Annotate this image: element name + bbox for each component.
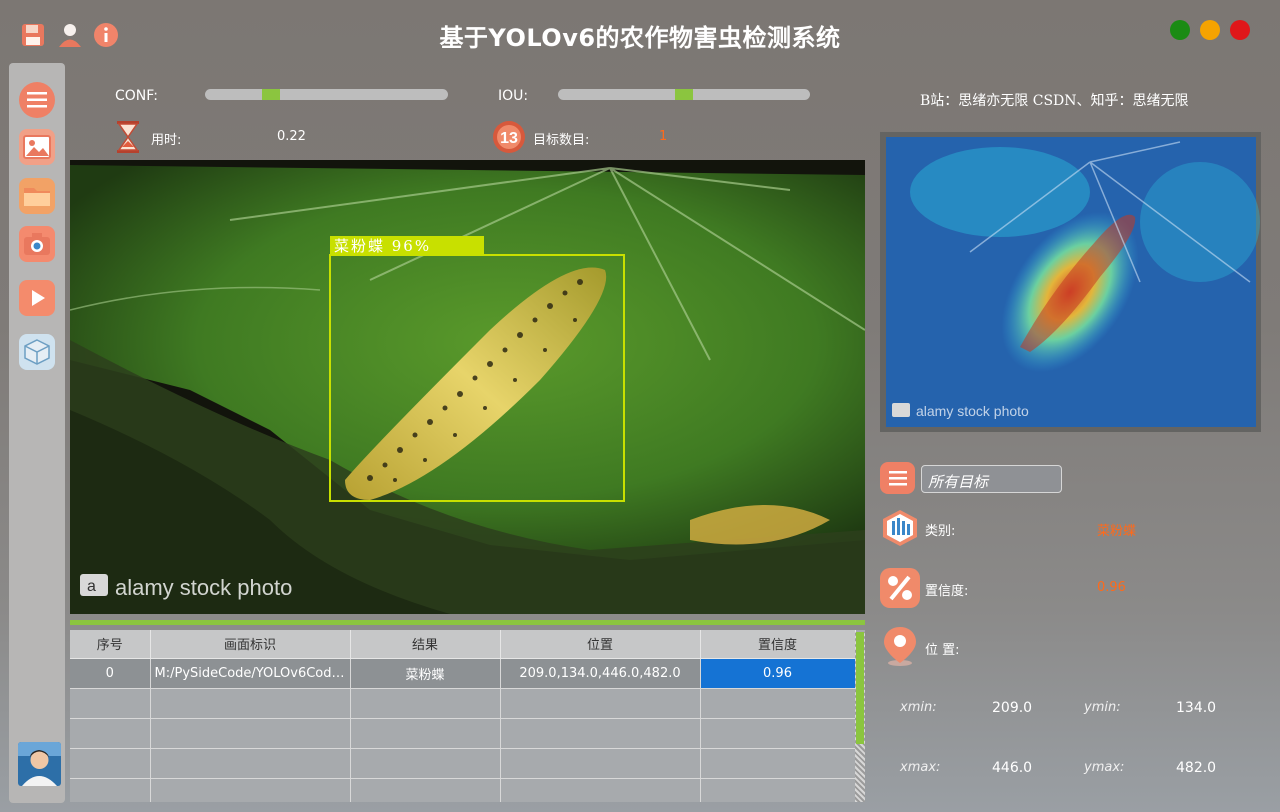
cell-index[interactable]: 0	[70, 658, 151, 689]
svg-text:13: 13	[500, 130, 518, 147]
class-icon	[880, 508, 920, 548]
sidebar	[9, 63, 65, 803]
detection-image: 菜粉蝶 96% a alamy stock photo	[70, 160, 865, 614]
conf-slider[interactable]	[205, 89, 448, 100]
image-icon[interactable]	[19, 129, 55, 165]
iou-slider-handle[interactable]	[675, 89, 693, 100]
svg-text:a: a	[87, 578, 96, 595]
cell-confidence[interactable]: 0.96	[700, 658, 856, 689]
maximize-button[interactable]	[1170, 20, 1190, 40]
percent-icon	[880, 568, 920, 608]
xmax-label: xmax:	[900, 760, 941, 775]
col-header-confidence[interactable]: 置信度	[700, 630, 856, 659]
user-icon[interactable]	[57, 22, 83, 48]
minimize-button[interactable]	[1200, 20, 1220, 40]
menu-icon[interactable]	[19, 82, 55, 118]
location-pin-icon	[880, 626, 920, 666]
class-value: 菜粉蝶	[1097, 524, 1137, 539]
xmax-value: 446.0	[992, 760, 1033, 776]
cell-position[interactable]: 209.0,134.0,446.0,482.0	[500, 658, 701, 689]
time-label: 用时:	[151, 133, 182, 148]
ymin-label: ymin:	[1084, 700, 1121, 715]
target-filter-select[interactable]: 所有目标	[921, 465, 1062, 493]
table-row[interactable]	[70, 718, 856, 749]
close-button[interactable]	[1230, 20, 1250, 40]
time-value: 0.22	[277, 129, 306, 144]
iou-label: IOU:	[498, 88, 529, 104]
model-cube-icon[interactable]	[19, 334, 55, 370]
table-row[interactable]	[70, 748, 856, 779]
cell-result[interactable]: 菜粉蝶	[350, 658, 501, 689]
list-icon[interactable]	[880, 462, 915, 494]
xmin-label: xmin:	[900, 700, 937, 715]
results-table[interactable]: 序号 画面标识 结果 位置 置信度 0 M:/PySideCode/YOLOv6…	[70, 630, 865, 802]
detection-label: 菜粉蝶 96%	[334, 237, 431, 255]
target-count-icon: 13	[492, 120, 526, 154]
table-scrollbar-thumb[interactable]	[856, 632, 864, 744]
camera-icon[interactable]	[19, 226, 55, 262]
col-header-source[interactable]: 画面标识	[150, 630, 351, 659]
table-row[interactable]	[70, 778, 856, 802]
progress-bar	[70, 620, 865, 625]
folder-icon[interactable]	[19, 178, 55, 214]
count-value: 1	[659, 129, 668, 144]
confidence-label: 置信度:	[925, 584, 969, 599]
heatmap-watermark: alamy stock photo	[916, 403, 1029, 419]
target-filter-value: 所有目标	[928, 473, 989, 491]
heatmap-panel: alamy stock photo	[880, 132, 1261, 432]
conf-label: CONF:	[115, 88, 158, 104]
hourglass-icon	[115, 120, 141, 154]
col-header-result[interactable]: 结果	[350, 630, 501, 659]
table-row[interactable]	[70, 688, 856, 719]
table-row[interactable]: 0 M:/PySideCode/YOLOv6Code/... 菜粉蝶 209.0…	[70, 658, 856, 689]
info-icon[interactable]	[93, 22, 119, 48]
ymax-label: ymax:	[1084, 760, 1125, 775]
count-label: 目标数目:	[533, 133, 590, 148]
conf-slider-handle[interactable]	[262, 89, 280, 100]
ymax-value: 482.0	[1176, 760, 1217, 776]
col-header-position[interactable]: 位置	[500, 630, 701, 659]
save-icon[interactable]	[20, 22, 46, 48]
xmin-value: 209.0	[992, 700, 1033, 716]
cell-source[interactable]: M:/PySideCode/YOLOv6Code/...	[150, 658, 351, 689]
ymin-value: 134.0	[1176, 700, 1217, 716]
image-watermark: alamy stock photo	[115, 575, 292, 600]
confidence-value: 0.96	[1097, 580, 1126, 595]
col-header-index[interactable]: 序号	[70, 630, 151, 659]
avatar[interactable]	[18, 742, 61, 786]
video-icon[interactable]	[19, 280, 55, 316]
app-title: 基于YOLOv6的农作物害虫检测系统	[439, 24, 841, 52]
iou-slider[interactable]	[558, 89, 810, 100]
position-label: 位 置:	[925, 643, 960, 658]
credit-text: B站：思绪亦无限 CSDN、知乎：思绪无限	[920, 93, 1189, 109]
class-label: 类别:	[925, 524, 956, 539]
